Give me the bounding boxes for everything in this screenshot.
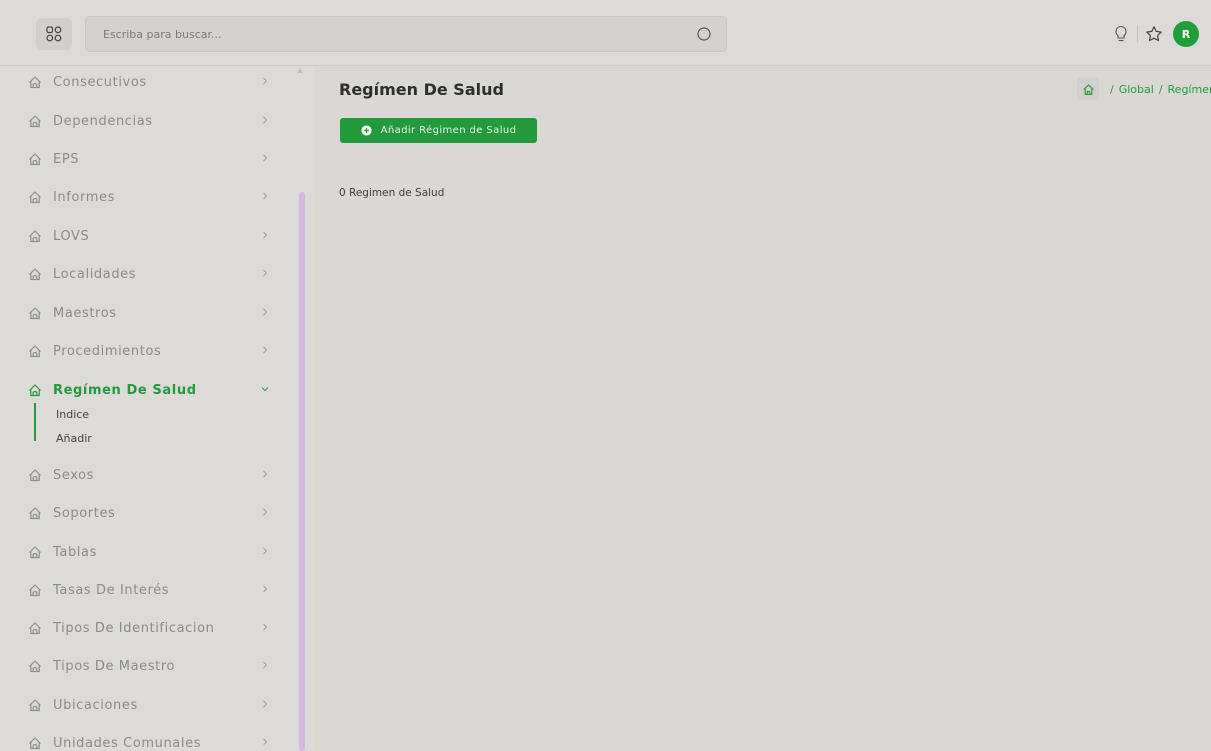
breadcrumb-separator: /: [1110, 82, 1114, 96]
home-icon: [29, 546, 41, 559]
home-icon: [29, 268, 41, 281]
sidebar-item-label: Procedimientos: [53, 343, 162, 359]
add-regimen-button[interactable]: Añadir Régimen de Salud: [340, 118, 537, 143]
home-icon: [29, 76, 41, 89]
sidebar-item-label: Maestros: [53, 305, 117, 321]
chevron-right-icon: [263, 346, 268, 354]
home-icon: [1082, 83, 1094, 95]
chevron-right-icon: [263, 623, 268, 631]
sidebar-item-tasas-de-interes[interactable]: Tasas De Interés: [0, 571, 290, 609]
lightbulb-icon: [1115, 25, 1127, 42]
sidebar-item-label: Tipos De Identificacion: [53, 620, 215, 636]
chevron-right-icon: [263, 508, 268, 516]
chevron-down-icon: [261, 387, 269, 392]
sidebar-item-soportes[interactable]: Soportes: [0, 494, 290, 532]
chevron-right-icon: [263, 192, 268, 200]
chevron-right-icon: [263, 116, 268, 124]
home-icon: [29, 660, 41, 673]
sidebar-item-consecutivos[interactable]: Consecutivos: [0, 66, 290, 101]
sidebar-item-tipos-de-maestro[interactable]: Tipos De Maestro: [0, 647, 290, 685]
home-icon: [29, 699, 41, 712]
submenu-indicator: [34, 403, 36, 441]
chevron-right-icon: [263, 77, 268, 85]
add-button-label: Añadir Régimen de Salud: [380, 125, 517, 136]
sidebar: Consecutivos Dependencias EPS Informes LOVS L…: [0, 66, 315, 751]
sidebar-item-maestros[interactable]: Maestros: [0, 294, 290, 332]
chevron-right-icon: [263, 661, 268, 669]
sidebar-item-unidades-comunales[interactable]: Unidades Comunales: [0, 724, 290, 751]
chevron-right-icon: [263, 308, 268, 316]
sidebar-item-label: Tipos De Maestro: [53, 658, 176, 674]
sidebar-item-dependencias[interactable]: Dependencias: [0, 102, 290, 140]
sidebar-item-label: Unidades Comunales: [53, 735, 202, 751]
breadcrumb-home[interactable]: [1077, 78, 1099, 100]
sidebar-item-label: Dependencias: [53, 113, 153, 129]
home-icon: [29, 384, 41, 397]
apps-grid-icon: [46, 26, 62, 42]
sidebar-item-label: Consecutivos: [53, 74, 147, 90]
sidebar-item-sexos[interactable]: Sexos: [0, 456, 290, 494]
sidebar-item-tipos-de-identificacion[interactable]: Tipos De Identificacion: [0, 609, 290, 647]
sidebar-item-label: Regímen De Salud: [53, 382, 197, 398]
page-title: Regímen De Salud: [339, 80, 504, 99]
home-icon: [29, 115, 41, 128]
chevron-right-icon: [263, 700, 268, 708]
submenu-item-anadir[interactable]: Añadir: [56, 432, 92, 445]
breadcrumb-current: Regímen De Salud: [1167, 82, 1211, 96]
home-icon: [29, 737, 41, 750]
user-avatar[interactable]: R: [1173, 21, 1199, 47]
home-icon: [29, 307, 41, 320]
sidebar-item-label: Soportes: [53, 505, 116, 521]
home-icon: [29, 507, 41, 520]
lightbulb-button[interactable]: [1108, 21, 1134, 47]
sidebar-item-label: Informes: [53, 189, 115, 205]
search-icon[interactable]: [696, 26, 712, 42]
sidebar-item-eps[interactable]: EPS: [0, 140, 290, 178]
chevron-right-icon: [263, 269, 268, 277]
home-icon: [29, 345, 41, 358]
sidebar-item-regimen-de-salud[interactable]: Regímen De Salud: [0, 371, 290, 409]
sidebar-item-label: LOVS: [53, 228, 90, 244]
sidebar-item-lovs[interactable]: LOVS: [0, 217, 290, 255]
sidebar-item-tablas[interactable]: Tablas: [0, 533, 290, 571]
sidebar-scrollbar[interactable]: [299, 192, 305, 751]
search-input[interactable]: [86, 17, 686, 51]
favorites-button[interactable]: [1141, 21, 1167, 47]
divider: [1137, 25, 1138, 43]
sidebar-item-informes[interactable]: Informes: [0, 178, 290, 216]
sidebar-item-label: EPS: [53, 151, 80, 167]
breadcrumb: / Global / Regímen De Salud: [1077, 78, 1211, 100]
home-icon: [29, 230, 41, 243]
sidebar-item-label: Localidades: [53, 266, 137, 282]
home-icon: [29, 469, 41, 482]
chevron-right-icon: [263, 470, 268, 478]
chevron-right-icon: [263, 231, 268, 239]
home-icon: [29, 622, 41, 635]
breadcrumb-separator: /: [1158, 82, 1163, 96]
breadcrumb-global[interactable]: Global: [1119, 83, 1154, 96]
submenu-item-indice[interactable]: Indice: [56, 408, 89, 421]
scroll-up-arrow[interactable]: [297, 68, 303, 73]
sidebar-item-label: Sexos: [53, 467, 95, 483]
sidebar-item-label: Ubicaciones: [53, 697, 138, 713]
chevron-right-icon: [263, 738, 268, 746]
record-count: 0 Regimen de Salud: [339, 187, 445, 199]
sidebar-item-localidades[interactable]: Localidades: [0, 255, 290, 293]
star-icon: [1146, 26, 1162, 42]
apps-grid-button[interactable]: [36, 18, 72, 50]
chevron-right-icon: [263, 154, 268, 162]
plus-circle-icon: [361, 125, 372, 136]
search-box: [85, 16, 727, 52]
home-icon: [29, 584, 41, 597]
chevron-right-icon: [263, 547, 268, 555]
home-icon: [29, 153, 41, 166]
top-actions: R: [1108, 20, 1199, 48]
sidebar-item-ubicaciones[interactable]: Ubicaciones: [0, 686, 290, 724]
home-icon: [29, 191, 41, 204]
sidebar-item-label: Tasas De Interés: [53, 582, 170, 598]
chevron-right-icon: [263, 585, 268, 593]
sidebar-item-label: Tablas: [53, 544, 97, 560]
top-bar: R: [0, 0, 1211, 66]
sidebar-item-procedimientos[interactable]: Procedimientos: [0, 332, 290, 370]
